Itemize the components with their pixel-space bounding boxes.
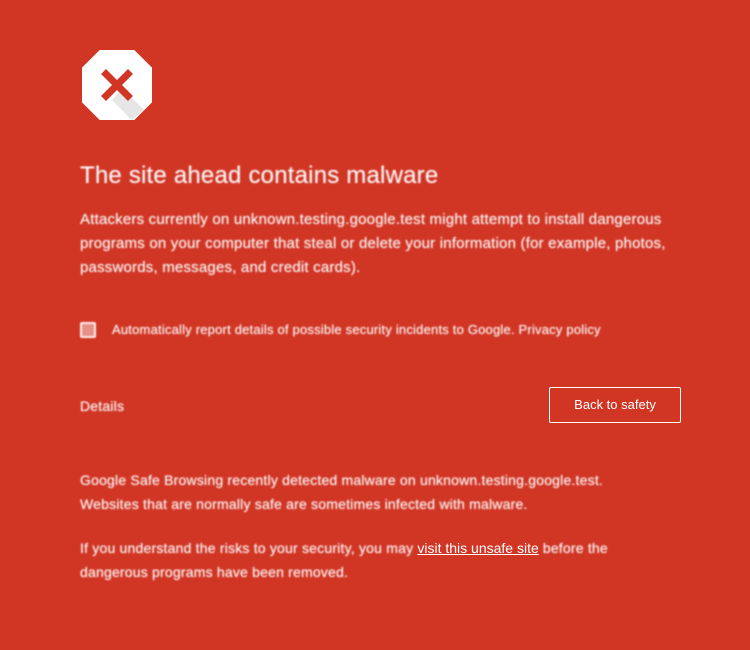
details-paragraph: Google Safe Browsing recently detected m…	[80, 472, 604, 512]
back-to-safety-button[interactable]: Back to safety	[549, 387, 681, 423]
report-checkbox[interactable]	[80, 322, 96, 338]
report-checkbox-label: Automatically report details of possible…	[112, 322, 601, 337]
warning-description: Attackers currently on unknown.testing.g…	[80, 211, 666, 276]
visit-unsafe-paragraph: If you understand the risks to your secu…	[80, 536, 660, 584]
visit-unsafe-site-link[interactable]: visit this unsafe site	[417, 540, 538, 556]
report-checkbox-row[interactable]: Automatically report details of possible…	[80, 319, 601, 341]
visit-text-before: If you understand the risks to your secu…	[80, 540, 418, 556]
page-title: The site ahead contains malware	[80, 162, 439, 189]
details-link[interactable]: Details	[80, 396, 124, 416]
malware-warning-icon	[82, 50, 152, 120]
